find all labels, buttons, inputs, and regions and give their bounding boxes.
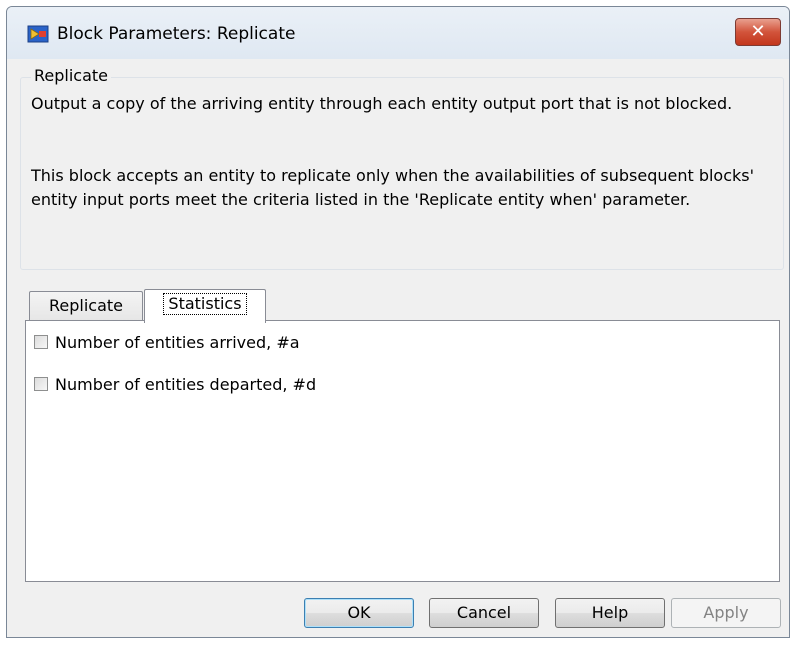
help-button[interactable]: Help	[555, 598, 665, 628]
departed-checkbox[interactable]	[34, 377, 48, 391]
description-paragraph-2: This block accepts an entity to replicat…	[31, 166, 755, 209]
title-bar[interactable]: Block Parameters: Replicate ✕	[7, 7, 789, 59]
close-button[interactable]: ✕	[735, 18, 781, 46]
block-parameters-dialog: Block Parameters: Replicate ✕ Replicate …	[6, 6, 790, 638]
close-icon: ✕	[750, 21, 766, 42]
window-title: Block Parameters: Replicate	[57, 24, 296, 44]
ok-button[interactable]: OK	[304, 598, 414, 628]
tab-statistics[interactable]: Statistics	[144, 289, 266, 323]
departed-option[interactable]: Number of entities departed, #d	[34, 373, 316, 395]
apply-button[interactable]: Apply	[671, 598, 781, 628]
tab-replicate[interactable]: Replicate	[29, 291, 143, 321]
description-group: Replicate Output a copy of the arriving …	[20, 66, 784, 270]
tab-label: Replicate	[48, 296, 123, 315]
group-title: Replicate	[31, 66, 112, 85]
arrived-checkbox[interactable]	[34, 335, 48, 349]
description-paragraph-1: Output a copy of the arriving entity thr…	[31, 94, 733, 113]
departed-label: Number of entities departed, #d	[55, 374, 317, 394]
tab-label: Statistics	[163, 293, 247, 315]
statistics-panel: Number of entities arrived, #a Number of…	[25, 320, 780, 582]
arrived-label: Number of entities arrived, #a	[55, 332, 300, 352]
arrived-option[interactable]: Number of entities arrived, #a	[34, 331, 300, 353]
simulink-block-icon	[27, 25, 49, 43]
cancel-button[interactable]: Cancel	[429, 598, 539, 628]
